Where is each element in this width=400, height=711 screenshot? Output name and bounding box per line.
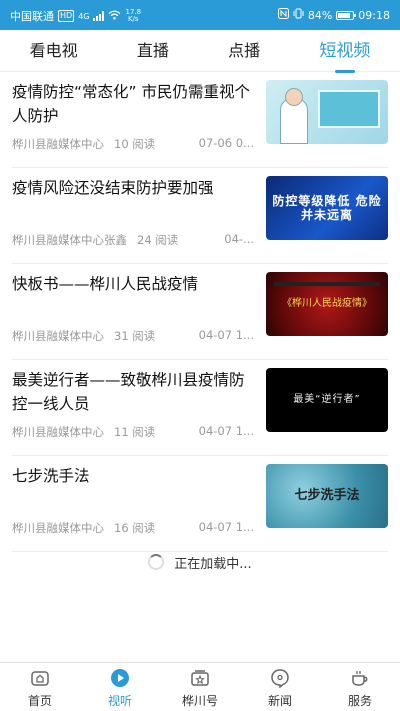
item-meta: 桦川县融媒体中心 16 阅读 04-07 1... bbox=[12, 520, 254, 536]
thumbnail-caption: 防控等级降低 危险并未远离 bbox=[272, 194, 382, 222]
tab-live[interactable]: 直播 bbox=[137, 37, 169, 65]
item-thumbnail[interactable]: 最美“逆行者” bbox=[266, 368, 388, 432]
item-meta: 桦川县融媒体中心 11 阅读 04-07 1... bbox=[12, 424, 254, 440]
tab-short-video[interactable]: 短视频 bbox=[319, 36, 370, 73]
nav-services[interactable]: 服务 bbox=[320, 663, 400, 711]
thumbnail-caption: 《桦川人民战疫情》 bbox=[282, 298, 372, 309]
play-icon bbox=[111, 669, 129, 687]
item-thumbnail[interactable]: 七步洗手法 bbox=[266, 464, 388, 528]
thumbnail-caption: 七步洗手法 bbox=[294, 488, 360, 503]
coffee-cup-icon bbox=[352, 671, 368, 686]
nav-news[interactable]: 新闻 bbox=[240, 663, 320, 711]
nav-huachuan-account[interactable]: 桦川号 bbox=[160, 663, 240, 711]
battery-icon bbox=[336, 10, 357, 20]
loading-indicator: 正在加载中... bbox=[0, 545, 400, 579]
top-tab-bar: 看电视 直播 点播 短视频 bbox=[0, 30, 400, 73]
item-meta: 桦川县融媒体中心 10 阅读 07-06 0... bbox=[12, 136, 254, 152]
item-date: 07-06 0... bbox=[198, 136, 254, 150]
bottom-nav: 首页 视听 桦川号 新闻 服务 bbox=[0, 662, 400, 711]
tab-on-demand[interactable]: 点播 bbox=[228, 37, 260, 65]
item-meta: 桦川县融媒体中心张鑫 24 阅读 04-... bbox=[12, 232, 254, 248]
item-date: 04-07 1... bbox=[198, 424, 254, 438]
item-thumbnail[interactable]: 防控等级降低 危险并未远离 bbox=[266, 176, 388, 240]
item-read-count: 16 阅读 bbox=[114, 521, 156, 535]
item-source: 桦川县融媒体中心张鑫 bbox=[12, 233, 127, 247]
item-read-count: 31 阅读 bbox=[114, 329, 156, 343]
item-title: 最美逆行者——致敬桦川县疫情防控一线人员 bbox=[12, 371, 245, 413]
spinner-icon bbox=[148, 554, 165, 570]
item-thumbnail[interactable] bbox=[266, 80, 388, 144]
item-source: 桦川县融媒体中心 bbox=[12, 425, 104, 439]
loading-text: 正在加载中... bbox=[174, 556, 252, 572]
item-title: 疫情防控“常态化” 市民仍需重视个人防护 bbox=[12, 83, 250, 125]
item-source: 桦川县融媒体中心 bbox=[12, 329, 104, 343]
item-date: 04-07 1... bbox=[198, 520, 254, 534]
clock: 09:18 bbox=[358, 8, 390, 22]
signal-icon bbox=[93, 11, 105, 21]
item-source: 桦川县融媒体中心 bbox=[12, 137, 104, 151]
nav-home[interactable]: 首页 bbox=[0, 663, 80, 711]
item-read-count: 10 阅读 bbox=[114, 137, 156, 151]
item-title: 七步洗手法 bbox=[12, 467, 90, 485]
item-thumbnail[interactable]: 《桦川人民战疫情》 bbox=[266, 272, 388, 336]
list-item[interactable]: 七步洗手法 桦川县融媒体中心 16 阅读 04-07 1... 七步洗手法 bbox=[12, 456, 388, 552]
item-date: 04-07 1... bbox=[198, 328, 254, 342]
nav-home-label: 首页 bbox=[27, 694, 52, 708]
speed-unit: K/s bbox=[127, 15, 139, 23]
nfc-icon bbox=[277, 8, 289, 22]
item-read-count: 11 阅读 bbox=[114, 425, 156, 439]
item-read-count: 24 阅读 bbox=[137, 233, 179, 247]
news-list: 疫情防控“常态化” 市民仍需重视个人防护 桦川县融媒体中心 10 阅读 07-0… bbox=[0, 72, 400, 552]
item-date: 04-... bbox=[224, 232, 254, 246]
nav-audiovisual-label: 视听 bbox=[107, 694, 132, 708]
list-item[interactable]: 最美逆行者——致敬桦川县疫情防控一线人员 桦川县融媒体中心 11 阅读 04-0… bbox=[12, 360, 388, 456]
list-item[interactable]: 快板书——桦川人民战疫情 桦川县融媒体中心 31 阅读 04-07 1... 《… bbox=[12, 264, 388, 360]
hd-badge: HD bbox=[58, 10, 75, 22]
thumbnail-caption: 最美“逆行者” bbox=[293, 394, 361, 405]
item-meta: 桦川县融媒体中心 31 阅读 04-07 1... bbox=[12, 328, 254, 344]
list-item[interactable]: 疫情防控“常态化” 市民仍需重视个人防护 桦川县融媒体中心 10 阅读 07-0… bbox=[12, 72, 388, 168]
item-title: 疫情风险还没结束防护要加强 bbox=[12, 179, 214, 197]
list-item[interactable]: 疫情风险还没结束防护要加强 桦川县融媒体中心张鑫 24 阅读 04-... 防控… bbox=[12, 168, 388, 264]
status-bar: 中国联通 HD 4G 17.8 K/s 84% 09:18 bbox=[0, 0, 400, 30]
item-source: 桦川县融媒体中心 bbox=[12, 521, 104, 535]
vibrate-icon bbox=[293, 8, 304, 22]
network-speed: 17.8 K/s bbox=[125, 9, 141, 23]
doctor-head-graphic bbox=[285, 88, 303, 106]
presentation-screen-graphic bbox=[318, 90, 380, 128]
nav-huachuan-account-label: 桦川号 bbox=[181, 694, 218, 708]
nav-services-label: 服务 bbox=[347, 694, 372, 708]
nav-audiovisual[interactable]: 视听 bbox=[80, 663, 160, 711]
item-title: 快板书——桦川人民战疫情 bbox=[12, 275, 199, 293]
carrier-name: 中国联通 bbox=[10, 10, 54, 23]
network-type: 4G bbox=[78, 11, 90, 21]
media-account-icon bbox=[191, 670, 209, 686]
wifi-icon bbox=[108, 10, 121, 23]
nav-news-label: 新闻 bbox=[267, 694, 292, 708]
news-bubble-icon bbox=[271, 669, 289, 688]
home-icon bbox=[31, 671, 49, 686]
battery-percent: 84% bbox=[307, 8, 333, 22]
tab-watch-tv[interactable]: 看电视 bbox=[30, 37, 78, 65]
